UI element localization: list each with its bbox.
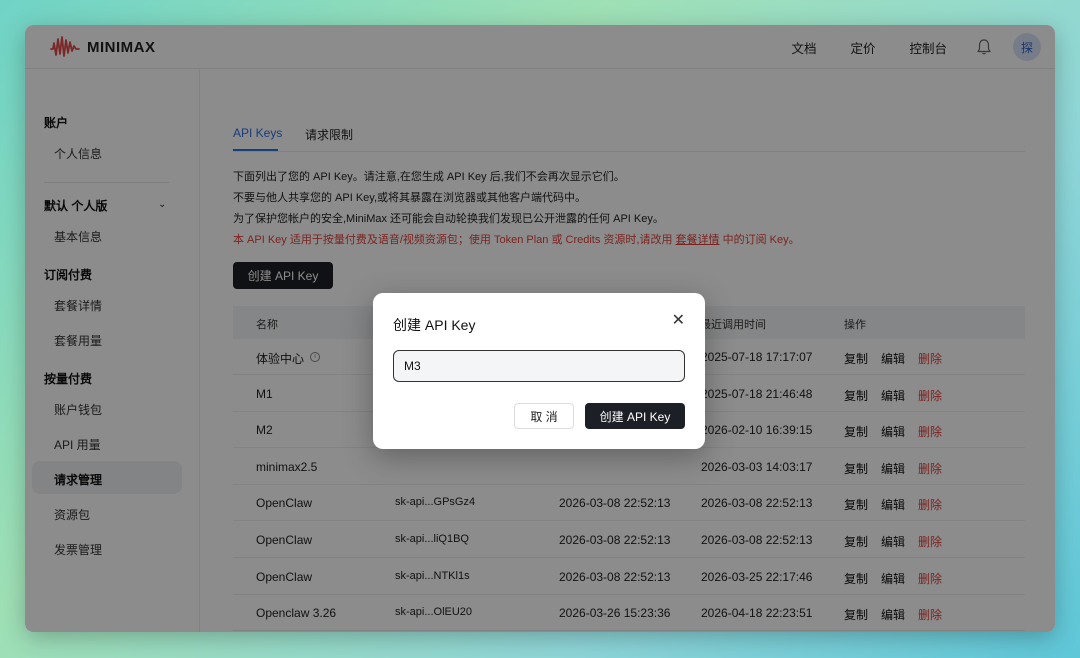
create-key-dialog: 创建 API Key ✕ M3 取 消 创建 API Key [373,293,705,449]
dialog-title: 创建 API Key [393,317,476,333]
key-name-input[interactable]: M3 [393,350,685,382]
close-icon[interactable]: ✕ [672,313,685,329]
confirm-create-button[interactable]: 创建 API Key [585,403,685,429]
cancel-button[interactable]: 取 消 [514,403,574,429]
